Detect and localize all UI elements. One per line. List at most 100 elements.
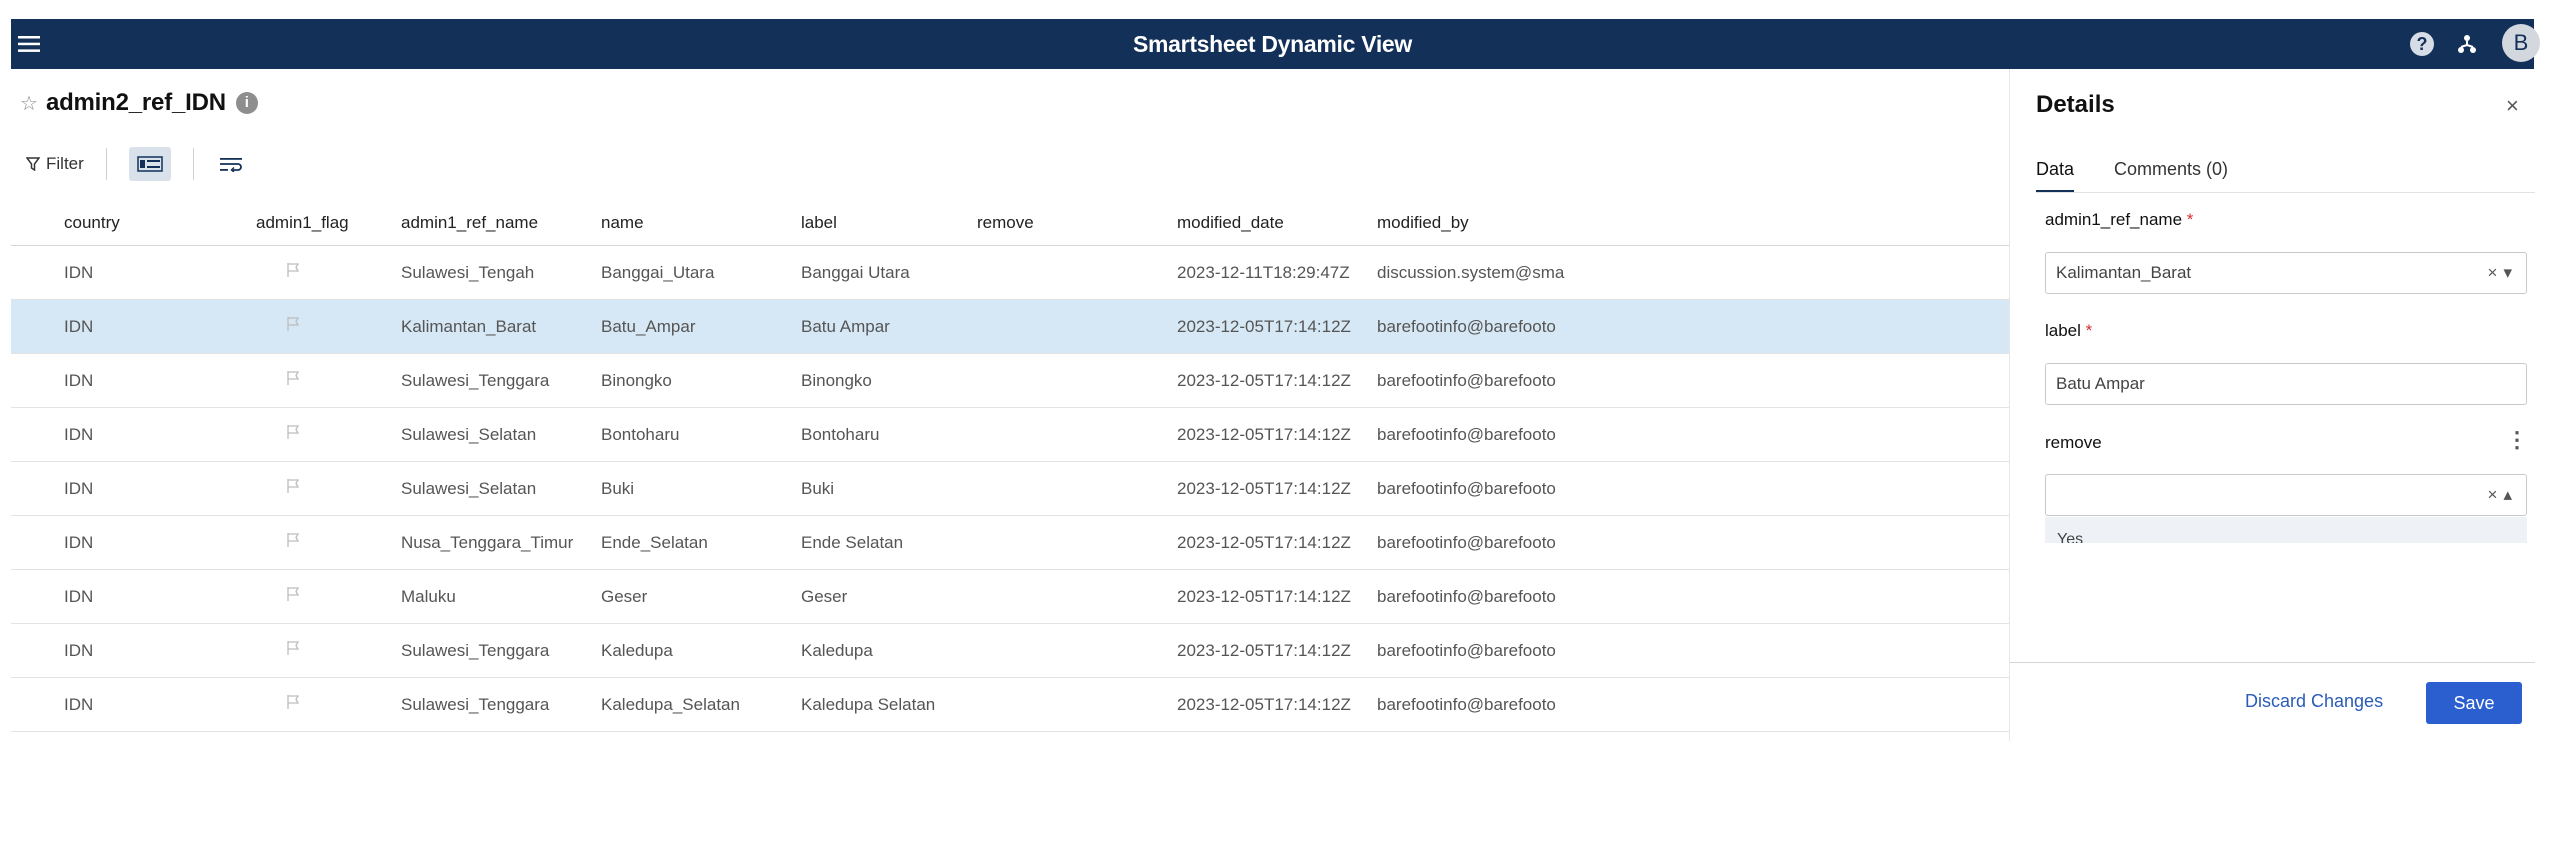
row-flag-icon[interactable] bbox=[264, 678, 394, 731]
cell-modified-by[interactable]: barefootinfo@barefooto bbox=[1377, 516, 1577, 569]
column-header[interactable]: name bbox=[601, 200, 801, 245]
cell-country[interactable]: IDN bbox=[64, 462, 264, 515]
row-flag-icon[interactable] bbox=[264, 246, 394, 299]
cell-admin1-ref-name[interactable]: Sulawesi_Tengah bbox=[401, 246, 601, 299]
cell-admin1-ref-name[interactable]: Sulawesi_Tenggara bbox=[401, 678, 601, 731]
cell-modified-date[interactable]: 2023-12-05T17:14:12Z bbox=[1177, 624, 1377, 677]
cell-name[interactable]: Ende_Selatan bbox=[601, 516, 801, 569]
cell-country[interactable]: IDN bbox=[64, 408, 264, 461]
cell-modified-date[interactable]: 2023-12-05T17:14:12Z bbox=[1177, 570, 1377, 623]
filter-button[interactable]: Filter bbox=[26, 149, 84, 179]
tab-data[interactable]: Data bbox=[2036, 159, 2075, 193]
table-row[interactable]: IDN Sulawesi_Selatan Buki Buki 2023-12-05T17… bbox=[11, 462, 2009, 516]
table-row[interactable]: IDN Sulawesi_Selatan Bontoharu Bontoharu 202… bbox=[11, 408, 2009, 462]
column-header[interactable]: admin1_flag bbox=[256, 200, 386, 245]
cell-remove[interactable] bbox=[977, 408, 1177, 461]
table-row[interactable]: IDN Sulawesi_Tenggara Kaledupa_Selatan Kale… bbox=[11, 678, 2009, 732]
cell-remove[interactable] bbox=[977, 678, 1177, 731]
cell-label[interactable]: Kaledupa Selatan bbox=[801, 678, 977, 731]
more-options-icon[interactable]: ⋮ bbox=[2506, 427, 2528, 453]
cell-name[interactable]: Buki bbox=[601, 462, 801, 515]
row-flag-icon[interactable] bbox=[264, 624, 394, 677]
cell-remove[interactable] bbox=[977, 516, 1177, 569]
row-flag-icon[interactable] bbox=[264, 462, 394, 515]
cell-name[interactable]: Batu_Ampar bbox=[601, 300, 801, 353]
clear-icon[interactable]: × bbox=[2488, 485, 2498, 505]
cell-remove[interactable] bbox=[977, 570, 1177, 623]
cell-modified-date[interactable]: 2023-12-05T17:14:12Z bbox=[1177, 678, 1377, 731]
cell-admin1-ref-name[interactable]: Nusa_Tenggara_Timur bbox=[401, 516, 601, 569]
row-flag-icon[interactable] bbox=[264, 300, 394, 353]
cell-remove[interactable] bbox=[977, 354, 1177, 407]
cell-admin1-ref-name[interactable]: Sulawesi_Tenggara bbox=[401, 354, 601, 407]
cell-label[interactable]: Geser bbox=[801, 570, 977, 623]
cell-name[interactable]: Kaledupa_Selatan bbox=[601, 678, 801, 731]
wrap-text-button[interactable] bbox=[216, 149, 246, 179]
discard-changes-button[interactable]: Discard Changes bbox=[2245, 691, 2383, 712]
table-row[interactable]: IDN Sulawesi_Tenggara Kaledupa Kaledupa 2023… bbox=[11, 624, 2009, 678]
clear-icon[interactable]: × bbox=[2488, 263, 2498, 283]
cell-modified-date[interactable]: 2023-12-05T17:14:12Z bbox=[1177, 516, 1377, 569]
cell-modified-date[interactable]: 2023-12-05T17:14:12Z bbox=[1177, 408, 1377, 461]
row-flag-icon[interactable] bbox=[264, 354, 394, 407]
admin1-ref-name-select[interactable]: Kalimantan_Barat × ▾ bbox=[2045, 252, 2527, 294]
cell-label[interactable]: Bontoharu bbox=[801, 408, 977, 461]
cell-modified-by[interactable]: barefootinfo@barefooto bbox=[1377, 300, 1577, 353]
remove-select[interactable]: × ▴ bbox=[2045, 474, 2527, 516]
cell-remove[interactable] bbox=[977, 462, 1177, 515]
share-network-icon[interactable] bbox=[2454, 31, 2480, 57]
column-header[interactable]: label bbox=[801, 200, 977, 245]
cell-name[interactable]: Binongko bbox=[601, 354, 801, 407]
user-avatar[interactable]: B bbox=[2502, 24, 2540, 62]
column-header[interactable]: country bbox=[64, 200, 264, 245]
cell-country[interactable]: IDN bbox=[64, 678, 264, 731]
cell-label[interactable]: Kaledupa bbox=[801, 624, 977, 677]
cell-name[interactable]: Geser bbox=[601, 570, 801, 623]
cell-country[interactable]: IDN bbox=[64, 516, 264, 569]
cell-modified-date[interactable]: 2023-12-11T18:29:47Z bbox=[1177, 246, 1377, 299]
cell-admin1-ref-name[interactable]: Sulawesi_Selatan bbox=[401, 408, 601, 461]
cell-admin1-ref-name[interactable]: Maluku bbox=[401, 570, 601, 623]
cell-modified-date[interactable]: 2023-12-05T17:14:12Z bbox=[1177, 300, 1377, 353]
caret-down-icon[interactable]: ▾ bbox=[2503, 263, 2512, 283]
table-row[interactable]: IDN Sulawesi_Tengah Banggai_Utara Banggai U… bbox=[11, 246, 2009, 300]
row-flag-icon[interactable] bbox=[264, 408, 394, 461]
column-header[interactable]: modified_date bbox=[1177, 200, 1377, 245]
cell-country[interactable]: IDN bbox=[64, 624, 264, 677]
cell-remove[interactable] bbox=[977, 246, 1177, 299]
cell-modified-date[interactable]: 2023-12-05T17:14:12Z bbox=[1177, 462, 1377, 515]
cell-modified-date[interactable]: 2023-12-05T17:14:12Z bbox=[1177, 354, 1377, 407]
info-icon[interactable]: i bbox=[235, 92, 258, 114]
cell-modified-by[interactable]: barefootinfo@barefooto bbox=[1377, 354, 1577, 407]
cell-modified-by[interactable]: discussion.system@sma bbox=[1377, 246, 1577, 299]
cell-label[interactable]: Buki bbox=[801, 462, 977, 515]
cell-country[interactable]: IDN bbox=[64, 300, 264, 353]
cell-country[interactable]: IDN bbox=[64, 246, 264, 299]
caret-up-icon[interactable]: ▴ bbox=[2503, 485, 2512, 505]
cell-modified-by[interactable]: barefootinfo@barefooto bbox=[1377, 462, 1577, 515]
cell-country[interactable]: IDN bbox=[64, 570, 264, 623]
table-row[interactable]: IDN Maluku Geser Geser 2023-12-05T17:14:12Z b… bbox=[11, 570, 2009, 624]
cell-label[interactable]: Banggai Utara bbox=[801, 246, 977, 299]
column-header[interactable]: admin1_ref_name bbox=[401, 200, 601, 245]
save-button[interactable]: Save bbox=[2426, 682, 2522, 724]
card-view-toggle-button[interactable] bbox=[128, 147, 171, 181]
table-row[interactable]: IDN Kalimantan_Barat Batu_Ampar Batu Ampar 2… bbox=[11, 300, 2009, 354]
close-icon[interactable]: × bbox=[2506, 93, 2519, 119]
cell-modified-by[interactable]: barefootinfo@barefooto bbox=[1377, 570, 1577, 623]
cell-remove[interactable] bbox=[977, 624, 1177, 677]
row-flag-icon[interactable] bbox=[264, 516, 394, 569]
table-row[interactable]: IDN Sulawesi_Tenggara Binongko Binongko 2023… bbox=[11, 354, 2009, 408]
cell-admin1-ref-name[interactable]: Sulawesi_Selatan bbox=[401, 462, 601, 515]
cell-name[interactable]: Bontoharu bbox=[601, 408, 801, 461]
cell-name[interactable]: Kaledupa bbox=[601, 624, 801, 677]
column-header[interactable]: modified_by bbox=[1377, 200, 1577, 245]
cell-label[interactable]: Binongko bbox=[801, 354, 977, 407]
cell-label[interactable]: Ende Selatan bbox=[801, 516, 977, 569]
cell-country[interactable]: IDN bbox=[64, 354, 264, 407]
help-icon[interactable]: ? bbox=[2410, 32, 2434, 56]
cell-name[interactable]: Banggai_Utara bbox=[601, 246, 801, 299]
cell-label[interactable]: Batu Ampar bbox=[801, 300, 977, 353]
tab-comments[interactable]: Comments (0) bbox=[2114, 159, 2228, 193]
row-flag-icon[interactable] bbox=[264, 570, 394, 623]
